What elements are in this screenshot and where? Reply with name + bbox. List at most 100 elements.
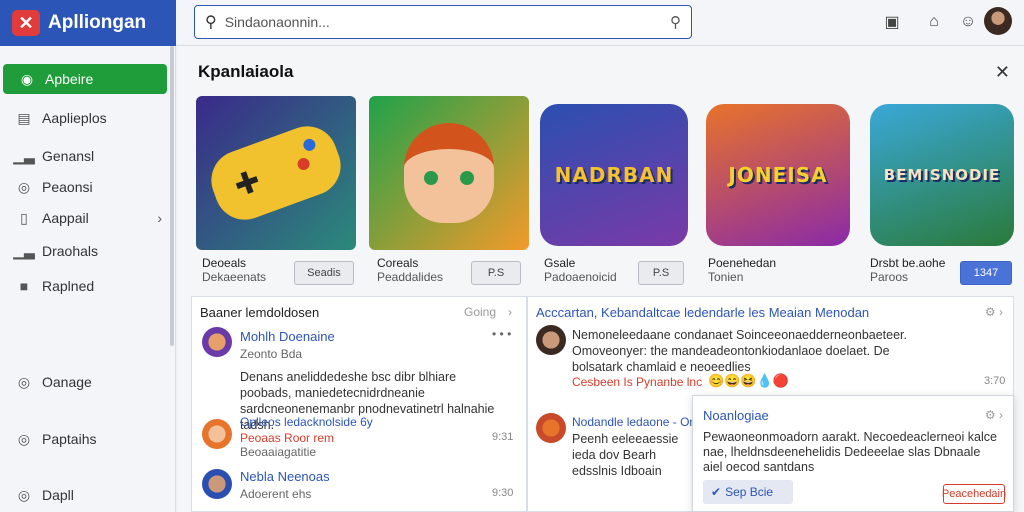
settings-icon[interactable]: ⚙ › (985, 408, 1003, 422)
post-meta: Zeonto Bda (240, 347, 303, 361)
circle-icon: ◎ (17, 178, 31, 195)
popup-secondary-button[interactable]: Peacehedain (942, 484, 1006, 504)
avatar[interactable] (202, 419, 232, 449)
post-author[interactable]: Nodandle ledaone - Onin (572, 415, 705, 429)
post-author[interactable]: Nebla Neenoas (240, 469, 330, 484)
game-action-button[interactable]: 1347 (960, 261, 1012, 285)
avatar[interactable] (202, 327, 232, 357)
sidebar-item-label: Apbeire (45, 71, 94, 87)
circle-icon: ◎ (17, 430, 31, 447)
brand[interactable]: ✕ Aplliongan (0, 0, 176, 46)
game-card[interactable]: BEMISNODIE (870, 96, 1014, 246)
search-submit-icon[interactable]: ⚲ (670, 13, 681, 31)
game-name: Coreals (377, 256, 419, 270)
sidebar-scrollbar[interactable] (170, 46, 174, 346)
post-meta: Beoaaiagatitie (240, 445, 317, 459)
sidebar-item-label: Raplned (42, 278, 95, 294)
chevron-right-icon: › (157, 210, 162, 226)
game-name: Gsale (544, 256, 576, 270)
sidebar-item-label: Genansl (42, 148, 95, 164)
game-thumbnail[interactable]: BEMISNODIE (870, 104, 1014, 246)
post-time: 3:70 (984, 375, 1006, 387)
avatar[interactable] (202, 469, 232, 499)
screen-icon[interactable]: ▣ (882, 12, 902, 32)
popup-primary-button[interactable]: ✔ Sep Bcie (703, 480, 793, 504)
game-action-button[interactable]: P.S (638, 261, 684, 285)
game-card[interactable]: ✚ (196, 96, 356, 250)
popup-body: Pewaoneonmoadorn aarakt. Necoedeaclerneo… (703, 430, 997, 474)
square-icon: ▯ (20, 209, 28, 226)
game-banner: BEMISNODIE (883, 166, 1001, 184)
panel-link[interactable]: Going (464, 305, 496, 319)
search-input[interactable] (224, 14, 670, 30)
avatar[interactable] (536, 325, 566, 355)
activity-panel: Baaner lemdoldosen Going › Mohlh Doenain… (191, 296, 527, 512)
sidebar-item-dapll[interactable]: ◎ Dapll (0, 480, 168, 510)
avatar[interactable] (536, 413, 566, 443)
top-bar: ✕ Aplliongan ⚲ ⚲ ▣ ⌂ ☺ (0, 0, 1024, 46)
post-author[interactable]: Oplleos ledacknolside 6y (240, 415, 373, 429)
sidebar-item-label: Draohals (42, 243, 99, 259)
sidebar-item-raplned[interactable]: ■ Raplned (0, 271, 168, 301)
more-icon[interactable]: • • • (492, 327, 511, 341)
game-thumbnail[interactable]: JONEISA (706, 104, 850, 246)
circle-icon: ◎ (17, 486, 31, 503)
search-bar[interactable]: ⚲ ⚲ (194, 5, 692, 39)
sidebar-item-oanage[interactable]: ◎ Oanage (0, 367, 168, 397)
avatar[interactable] (984, 7, 1012, 35)
sidebar-item-draohals[interactable]: ▁▃ Draohals (0, 236, 168, 266)
post-body: Peenh eeleeaessie ieda dov Bearh edsslni… (572, 432, 679, 478)
panel-title: Acccartan, Kebandaltcae ledendarle les M… (536, 305, 870, 320)
home-icon[interactable]: ⌂ (924, 12, 944, 32)
post-time: 9:31 (492, 431, 514, 443)
reaction-emojis[interactable]: 😊😄😆💧🔴 (708, 373, 789, 389)
game-action-button[interactable]: P.S (471, 261, 521, 285)
game-name: Drsbt be.aohe (870, 256, 946, 270)
sidebar-item-label: Peaonsi (42, 179, 93, 195)
popup-title: Noanlogiae (703, 408, 769, 423)
panel-title: Baaner lemdoldosen (200, 305, 320, 320)
smiley-icon[interactable]: ☺ (958, 12, 978, 32)
game-card[interactable]: NADRBAN (540, 96, 688, 246)
post-body: Nemoneleedaane condanaet Soinceeonaedder… (572, 328, 908, 374)
app-icon: ◉ (20, 70, 34, 87)
game-thumbnail[interactable] (369, 96, 529, 250)
section-title: Kpanlaiaola (198, 62, 294, 81)
post-highlight: Peoaas Roor rem (240, 431, 335, 445)
chevron-right-icon: › (508, 305, 512, 319)
sidebar-item-aaplieplos[interactable]: ▤ Aaplieplos (0, 103, 168, 133)
game-card[interactable]: JONEISA (706, 96, 850, 246)
game-name: Poenehedan (708, 256, 777, 270)
post-time: 9:30 (492, 487, 514, 499)
game-name: Deoeals (202, 256, 247, 270)
sidebar-item-label: Dapll (42, 487, 74, 503)
sidebar-item-peaonsi[interactable]: ◎ Peaonsi (0, 172, 168, 202)
sidebar-item-apbeire[interactable]: ◉ Apbeire (3, 64, 167, 94)
settings-icon[interactable]: ⚙ › (985, 305, 1003, 319)
game-category: Padoaenoicid (544, 270, 617, 284)
game-category: Paroos (870, 270, 909, 284)
check-icon: ✔ (711, 485, 722, 499)
sidebar-item-aappail[interactable]: ▯ Aappail › (0, 203, 168, 233)
chart-icon: ▁▃ (13, 242, 35, 259)
game-banner: NADRBAN (554, 163, 674, 187)
close-icon[interactable]: ✕ (995, 62, 1010, 83)
post-author[interactable]: Mohlh Doenaine (240, 329, 335, 344)
game-action-button[interactable]: Seadis (294, 261, 354, 285)
sidebar-item-paptaihs[interactable]: ◎ Paptaihs (0, 424, 168, 454)
sidebar-item-label: Oanage (42, 374, 92, 390)
notification-popup: Noanlogiae ⚙ › Pewaoneonmoadorn aarakt. … (692, 395, 1014, 512)
post-meta: Adoerent ehs (240, 487, 312, 501)
game-card[interactable] (369, 96, 529, 250)
sidebar-item-genansl[interactable]: ▁▃ Genansl (0, 141, 168, 171)
popup-primary-label: Sep Bcie (725, 485, 774, 499)
game-thumbnail[interactable]: NADRBAN (540, 104, 688, 246)
app-name: Aplliongan (48, 12, 147, 33)
game-category: Peaddalides (377, 270, 444, 284)
game-category: Tonien (708, 270, 744, 284)
sidebar-item-label: Aappail (42, 210, 89, 226)
chart-icon: ▁▃ (13, 147, 35, 164)
post-highlight: Cesbeen Is Pynanbe lnc (572, 375, 703, 389)
game-thumbnail[interactable]: ✚ (196, 96, 356, 250)
app-logo: ✕ (12, 10, 40, 36)
